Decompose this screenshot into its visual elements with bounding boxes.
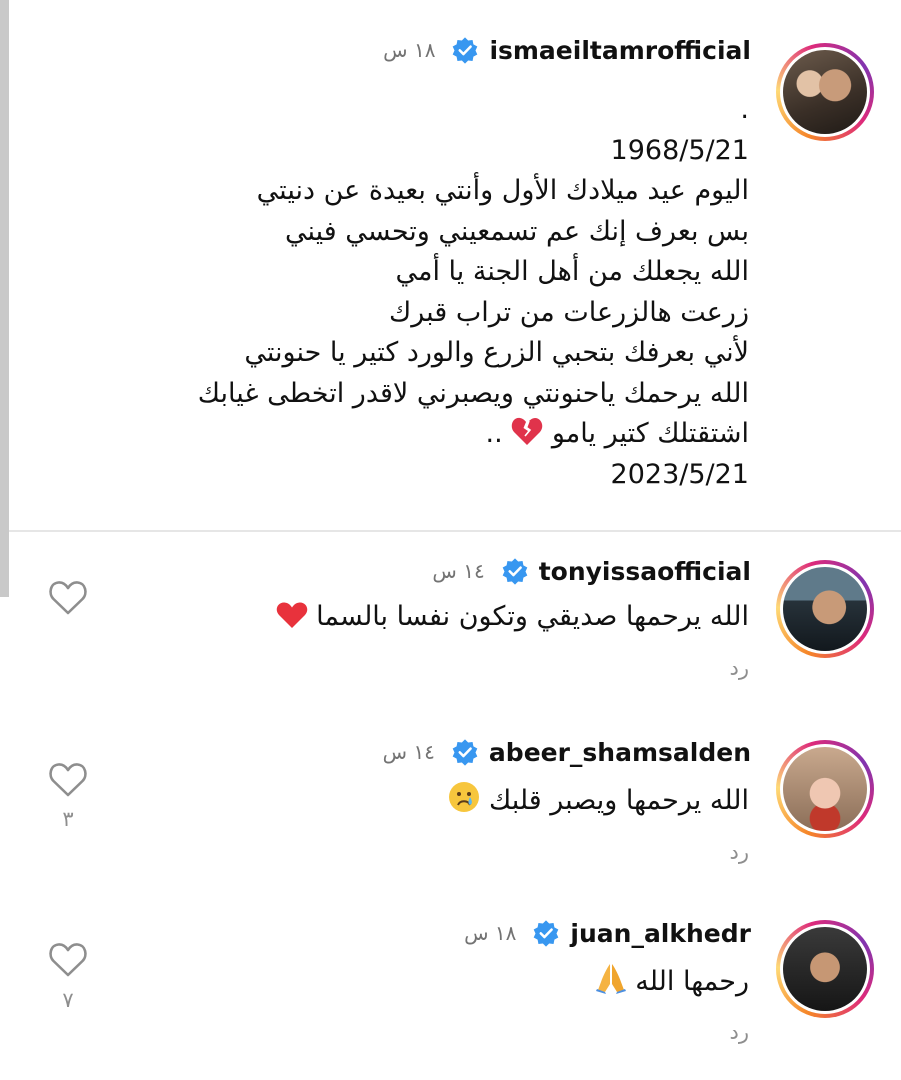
post-author-avatar[interactable] [776, 43, 874, 141]
reply-button[interactable]: رد [730, 656, 750, 680]
caption-line: لأني بعرفك بتحبي الزرع والورد كتير يا حن… [244, 337, 749, 368]
post-caption: . 1968/5/21 اليوم عيد ميلادك الأول وأنتي… [129, 90, 749, 495]
caption-line: 1968/5/21 [610, 134, 749, 166]
comment-text: رحمها الله [595, 962, 749, 1002]
comment-text-body: رحمها الله [635, 966, 749, 997]
broken-heart-emoji [512, 417, 543, 445]
caption-line: اشتقتلك كتير يامو [551, 418, 749, 449]
scrollbar[interactable] [0, 0, 9, 597]
comment-text-body: الله يرحمها ويصبر قلبك [488, 785, 749, 816]
heart-outline-icon[interactable] [48, 940, 88, 978]
comment-avatar[interactable] [776, 920, 874, 1018]
caption-line: زرعت هالزرعات من تراب قبرك [389, 296, 749, 328]
comment-header: ١٤ س abeer_shamsalden [383, 732, 751, 772]
comment-text-body: الله يرحمها صديقي وتكون نفسا بالسما [316, 601, 749, 632]
red-heart-emoji [276, 602, 307, 628]
like-count: ٧ [62, 988, 74, 1012]
comment-timestamp: ١٨ س [464, 921, 517, 945]
verified-badge-icon [534, 920, 559, 947]
caption-divider [9, 530, 901, 532]
reply-button[interactable]: رد [730, 1020, 750, 1044]
crying-face-emoji [449, 782, 480, 812]
post-timestamp: ١٨ س [383, 38, 436, 62]
caption-line: الله يرحمك ياحنونتي ويصبرني لاقدر اتخطى … [197, 377, 749, 409]
comment-timestamp: ١٤ س [382, 740, 435, 764]
comment-timestamp: ١٤ س [432, 559, 485, 583]
comment-avatar[interactable] [776, 740, 874, 838]
comment-header: ١٨ س juan_alkhedr [464, 913, 751, 953]
folded-hands-emoji [595, 964, 626, 994]
caption-line: اليوم عيد ميلادك الأول وأنتي بعيدة عن دن… [256, 175, 749, 206]
verified-badge-icon [452, 739, 478, 766]
comment-text: الله يرحمها صديقي وتكون نفسا بالسما [276, 597, 749, 637]
caption-line: بس بعرف إنك عم تسمعيني وتحسي فيني [284, 215, 749, 247]
like-count: ٣ [62, 807, 74, 831]
comment-username[interactable]: abeer_shamsalden [489, 738, 751, 767]
comment-avatar[interactable] [776, 560, 874, 658]
reply-button[interactable]: رد [730, 840, 750, 864]
verified-badge-icon [453, 37, 478, 64]
comment-username[interactable]: juan_alkhedr [570, 919, 751, 948]
caption-line: . [740, 94, 749, 125]
comment-username[interactable]: tonyissaofficial [539, 557, 751, 586]
verified-badge-icon [502, 558, 528, 585]
post-username[interactable]: ismaeiltamrofficial [489, 36, 751, 65]
comment-header: ١٤ س tonyissaofficial [432, 551, 751, 591]
caption-line-with-emoji: اشتقتلك كتير يامو .. [129, 414, 749, 455]
post-header: ١٨ س ismaeiltamrofficial [383, 30, 751, 70]
comment-text: الله يرحمها ويصبر قلبك [448, 781, 749, 821]
heart-outline-icon[interactable] [48, 578, 88, 616]
caption-line: .. [485, 418, 503, 449]
caption-line: الله يجعلك من أهل الجنة يا أمي [395, 256, 750, 287]
caption-line: 2023/5/21 [610, 458, 749, 490]
heart-outline-icon[interactable] [48, 760, 88, 798]
